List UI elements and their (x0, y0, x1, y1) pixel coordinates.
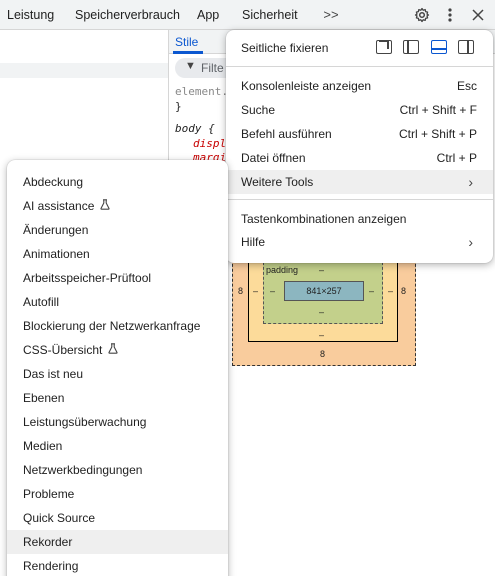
menu-item-shortcut: Ctrl + Shift + F (399, 103, 477, 117)
submenu-item-whats-new[interactable]: Das ist neu (7, 362, 228, 386)
tab-speicherverbrauch[interactable]: Speicherverbrauch (75, 0, 180, 30)
menu-item-label: Konsolenleiste anzeigen (241, 79, 372, 93)
dock-bottom-icon[interactable] (431, 40, 447, 54)
devtools-tab-bar: Leistung Speicherverbrauch App Sicherhei… (0, 0, 495, 30)
submenu-item-label: Animationen (23, 247, 90, 261)
menu-item-label: Befehl ausführen (241, 127, 332, 141)
menu-item-shortcuts[interactable]: Tastenkombinationen anzeigen (226, 207, 493, 231)
submenu-item-label: Änderungen (23, 223, 89, 237)
padding-bottom-value: – (319, 307, 325, 317)
tab-stile-underline (173, 51, 203, 54)
submenu-item-ebenen[interactable]: Ebenen (7, 386, 228, 410)
submenu-item-abdeckung[interactable]: Abdeckung (7, 170, 228, 194)
padding-top-value: – (319, 265, 325, 275)
submenu-item-rekorder[interactable]: Rekorder (7, 530, 228, 554)
submenu-item-ai-assistance[interactable]: AI assistance (7, 194, 228, 218)
submenu-item-rendering[interactable]: Rendering (7, 554, 228, 576)
tab-sicherheit[interactable]: Sicherheit (242, 0, 298, 30)
undock-icon[interactable] (376, 40, 392, 54)
menu-item-label: Hilfe (241, 235, 266, 249)
menu-separator (226, 66, 493, 67)
menu-item-label: Suche (241, 103, 276, 117)
menu-item-open-file[interactable]: Datei öffnen Ctrl + P (226, 146, 493, 170)
submenu-item-label: Rendering (23, 559, 79, 573)
submenu-item-aenderungen[interactable]: Änderungen (7, 218, 228, 242)
code-element-selector: element. (175, 85, 228, 98)
submenu-item-performance-monitor[interactable]: Leistungsüberwachung (7, 410, 228, 434)
menu-item-shortcut: Ctrl + Shift + P (398, 127, 477, 141)
submenu-item-memory-inspector[interactable]: Arbeitsspeicher-Prüftool (7, 266, 228, 290)
filter-icon: ▼ (185, 60, 196, 72)
more-tabs-icon[interactable]: >> (320, 0, 342, 30)
menu-item-label: Weitere Tools (241, 175, 314, 189)
submenu-item-label: Leistungsüberwachung (23, 415, 147, 429)
more-vert-icon[interactable] (441, 0, 459, 30)
menu-item-label: Tastenkombinationen anzeigen (241, 212, 407, 226)
flask-icon (108, 338, 118, 362)
padding-right-value: – (369, 286, 375, 296)
content-size: 841×257 (306, 286, 342, 296)
menu-item-label: Datei öffnen (241, 151, 306, 165)
submenu-item-label: Rekorder (23, 535, 73, 549)
submenu-item-text: CSS-Übersicht (23, 343, 103, 357)
close-icon[interactable] (468, 0, 488, 30)
menu-item-help[interactable]: Hilfe › (226, 230, 493, 254)
selected-dom-row (0, 63, 168, 78)
chevron-right-icon: › (468, 234, 473, 250)
submenu-item-label: Medien (23, 439, 63, 453)
dock-side-label: Seitliche fixieren (241, 41, 329, 55)
submenu-item-label: CSS-Übersicht (23, 338, 118, 362)
border-left-value: – (253, 286, 259, 296)
menu-item-search[interactable]: Suche Ctrl + Shift + F (226, 98, 493, 122)
submenu-item-label: Probleme (23, 487, 75, 501)
submenu-item-label: Quick Source (23, 511, 96, 525)
more-tools-submenu: Abdeckung AI assistance Änderungen Anima… (7, 160, 228, 576)
padding-label: padding (266, 265, 299, 275)
submenu-item-quick-source[interactable]: Quick Source (7, 506, 228, 530)
customize-devtools-menu: Seitliche fixieren Konsolenleiste anzeig… (226, 30, 493, 263)
submenu-item-label: Das ist neu (23, 367, 84, 381)
border-bottom-value: – (319, 330, 325, 340)
tab-app[interactable]: App (197, 0, 219, 30)
margin-right-value: 8 (401, 286, 407, 296)
code-body-selector: body { (175, 122, 215, 135)
menu-item-shortcut: Ctrl + P (436, 151, 477, 165)
submenu-item-label: Autofill (23, 295, 60, 309)
filter-input[interactable]: Filte (201, 61, 224, 75)
tab-leistung[interactable]: Leistung (7, 0, 54, 30)
submenu-item-label: Ebenen (23, 391, 65, 405)
menu-item-more-tools[interactable]: Weitere Tools › (226, 170, 493, 194)
dock-side-row: Seitliche fixieren (226, 36, 493, 60)
submenu-item-medien[interactable]: Medien (7, 434, 228, 458)
submenu-item-label: AI assistance (23, 194, 110, 218)
padding-left-value: – (270, 286, 276, 296)
chevron-right-icon: › (468, 174, 473, 190)
gear-icon[interactable] (411, 0, 433, 30)
code-display-prop: displ (193, 137, 227, 150)
dock-left-icon[interactable] (403, 40, 419, 54)
border-right-value: – (388, 286, 394, 296)
submenu-item-animationen[interactable]: Animationen (7, 242, 228, 266)
menu-item-console-drawer[interactable]: Konsolenleiste anzeigen Esc (226, 74, 493, 98)
flask-icon (100, 194, 110, 218)
menu-item-run-command[interactable]: Befehl ausführen Ctrl + Shift + P (226, 122, 493, 146)
submenu-item-request-blocking[interactable]: Blockierung der Netzwerkanfrage (7, 314, 228, 338)
dock-right-icon[interactable] (458, 40, 474, 54)
submenu-item-network-conditions[interactable]: Netzwerkbedingungen (7, 458, 228, 482)
margin-bottom-value: 8 (320, 349, 326, 359)
margin-left-value: 8 (238, 286, 244, 296)
submenu-item-probleme[interactable]: Probleme (7, 482, 228, 506)
submenu-item-css-overview[interactable]: CSS-Übersicht (7, 338, 228, 362)
submenu-item-label: Netzwerkbedingungen (23, 463, 143, 477)
submenu-item-label: Abdeckung (23, 175, 84, 189)
code-closing-brace: } (175, 100, 182, 113)
menu-separator (226, 199, 493, 200)
submenu-item-autofill[interactable]: Autofill (7, 290, 228, 314)
menu-item-shortcut: Esc (456, 79, 477, 93)
submenu-item-label: Arbeitsspeicher-Prüftool (23, 271, 152, 285)
submenu-item-text: AI assistance (23, 199, 95, 213)
submenu-item-label: Blockierung der Netzwerkanfrage (23, 319, 201, 333)
